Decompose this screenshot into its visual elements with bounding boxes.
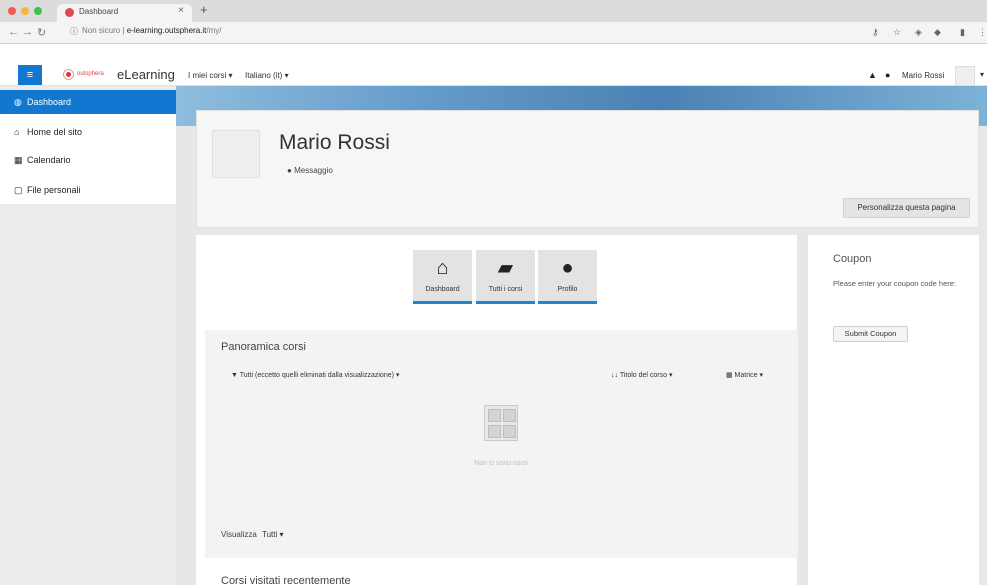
dashboard-icon: ◍ bbox=[14, 97, 22, 107]
site-logo-icon[interactable] bbox=[63, 69, 74, 80]
browser-tab-dashboard[interactable]: Dashboard × bbox=[57, 4, 192, 22]
profile-picture bbox=[212, 130, 260, 178]
calendar-icon: ▦ bbox=[14, 155, 23, 165]
browser-tab-strip: Dashboard × + bbox=[0, 0, 987, 22]
site-favicon-icon bbox=[65, 8, 74, 17]
course-filter-dropdown[interactable]: ▼ Tutti (eccetto quelli eliminati dalla … bbox=[231, 371, 399, 379]
show-count-dropdown[interactable]: Tutti ▾ bbox=[262, 530, 284, 539]
user-icon: ● bbox=[561, 257, 574, 279]
quick-button-label: Profilo bbox=[557, 286, 578, 293]
sidebar-item-dashboard[interactable]: ◍ Dashboard bbox=[0, 90, 176, 114]
submit-coupon-button[interactable]: Submit Coupon bbox=[833, 326, 908, 342]
reload-icon[interactable]: ↻ bbox=[37, 26, 46, 39]
course-overview-title: Panoramica corsi bbox=[221, 341, 306, 353]
info-icon[interactable]: ⓘ bbox=[70, 26, 78, 37]
show-label: Visualizza bbox=[221, 530, 257, 539]
browser-toolbar: ← → ↻ ⓘ Non sicuro | e-learning.outspher… bbox=[0, 22, 987, 44]
extension-icon[interactable]: ◈ bbox=[915, 27, 922, 38]
page-top-strip bbox=[0, 44, 987, 64]
minimize-window-button[interactable] bbox=[21, 7, 29, 15]
url-host: e-learning.outsphera.it bbox=[126, 26, 207, 35]
extension-icon-3[interactable]: ▮ bbox=[960, 27, 965, 38]
chat-bubble-icon: ● bbox=[287, 166, 292, 175]
course-sort-dropdown[interactable]: ↓↓ Titolo del corso ▾ bbox=[611, 371, 672, 379]
page-title: Mario Rossi bbox=[279, 131, 390, 154]
not-secure-label: Non sicuro bbox=[82, 26, 121, 35]
sidebar-item-calendar[interactable]: ▦ Calendario bbox=[0, 148, 176, 172]
site-brand[interactable]: eLearning bbox=[117, 67, 175, 82]
forward-icon[interactable]: → bbox=[22, 26, 33, 38]
quick-profile-button[interactable]: ● Profilo bbox=[538, 250, 597, 304]
extension-icon-2[interactable]: ◆ bbox=[934, 27, 941, 38]
sidebar-item-files[interactable]: ▢ File personali bbox=[0, 178, 176, 202]
url-path: /my/ bbox=[206, 26, 222, 35]
book-icon: ▰ bbox=[497, 257, 514, 279]
quick-button-label: Dashboard bbox=[425, 286, 460, 293]
message-link-label: Messaggio bbox=[294, 166, 333, 175]
course-view-dropdown[interactable]: ▦ Matrice ▾ bbox=[726, 371, 763, 379]
coupon-instructions: Please enter your coupon code here: bbox=[833, 279, 956, 288]
quick-dashboard-button[interactable]: ⌂ Dashboard bbox=[413, 250, 472, 304]
sidebar-item-label: Home del sito bbox=[27, 127, 83, 137]
sidebar-item-label: Dashboard bbox=[27, 97, 72, 107]
no-courses-message: Non ci sono corsi bbox=[474, 460, 528, 467]
back-icon[interactable]: ← bbox=[8, 26, 19, 38]
user-menu-name[interactable]: Mario Rossi bbox=[902, 71, 944, 80]
no-courses-icon bbox=[484, 405, 518, 441]
sidebar-item-home[interactable]: ⌂ Home del sito bbox=[0, 120, 176, 144]
nav-language[interactable]: Italiano (it) ▾ bbox=[245, 71, 289, 80]
home-icon: ⌂ bbox=[14, 127, 20, 137]
message-link[interactable]: ● Messaggio bbox=[287, 166, 333, 175]
file-icon: ▢ bbox=[14, 185, 23, 195]
messages-chat-icon[interactable]: ● bbox=[885, 70, 890, 80]
quick-button-label: Tutti i corsi bbox=[488, 286, 523, 293]
bookmark-star-icon[interactable]: ☆ bbox=[893, 27, 901, 38]
new-tab-button[interactable]: + bbox=[200, 2, 208, 17]
zoom-window-button[interactable] bbox=[34, 7, 42, 15]
key-icon[interactable]: ⚷ bbox=[872, 27, 879, 38]
course-overview-block bbox=[205, 330, 798, 558]
sidebar-item-label: Calendario bbox=[27, 155, 71, 165]
tab-close-icon[interactable]: × bbox=[178, 5, 184, 16]
hamburger-menu-button[interactable]: ≡ bbox=[18, 65, 42, 85]
sidebar-item-label: File personali bbox=[27, 185, 81, 195]
recent-courses-title: Corsi visitati recentemente bbox=[221, 575, 351, 585]
notifications-bell-icon[interactable]: ▲ bbox=[868, 70, 877, 80]
close-window-button[interactable] bbox=[8, 7, 16, 15]
coupon-title: Coupon bbox=[833, 253, 872, 265]
address-bar[interactable]: ⓘ Non sicuro | e-learning.outsphera.it/m… bbox=[70, 25, 850, 40]
home-icon: ⌂ bbox=[436, 257, 449, 279]
quick-all-courses-button[interactable]: ▰ Tutti i corsi bbox=[476, 250, 535, 304]
user-menu-caret-icon[interactable]: ▾ bbox=[980, 70, 984, 79]
browser-menu-icon[interactable]: ⋮ bbox=[978, 27, 987, 38]
user-avatar[interactable] bbox=[955, 66, 975, 86]
logo-wordmark: outsphera bbox=[77, 71, 104, 77]
tab-title: Dashboard bbox=[79, 7, 119, 16]
nav-my-courses[interactable]: I miei corsi ▾ bbox=[188, 71, 232, 80]
customise-page-button[interactable]: Personalizza questa pagina bbox=[843, 198, 970, 218]
